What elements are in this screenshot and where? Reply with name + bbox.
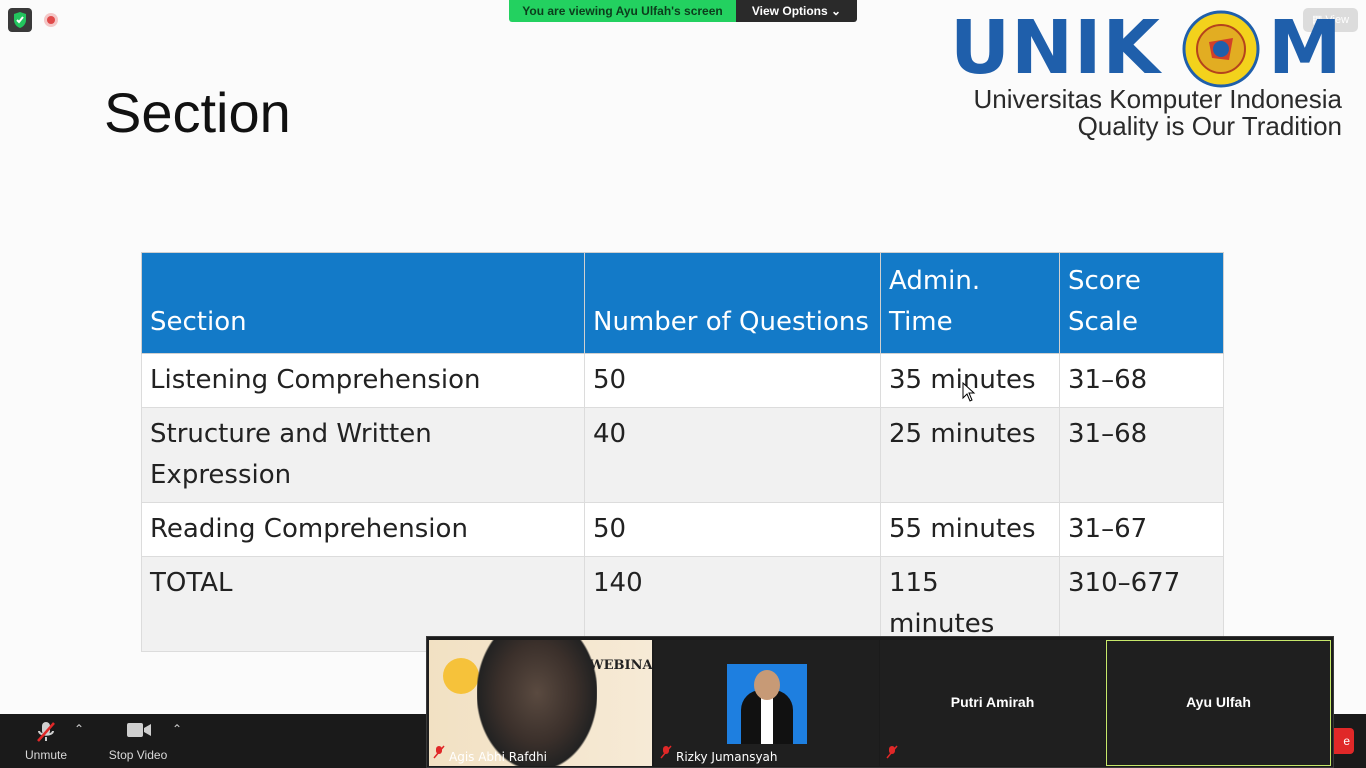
participant-video: WEBINAR	[429, 640, 652, 766]
chevron-down-icon: ⌄	[831, 4, 842, 18]
table-cell: 55 minutes	[880, 502, 1060, 557]
table-cell: 31–68	[1059, 353, 1224, 408]
table-cell: 50	[584, 353, 881, 408]
toefl-section-table: Section Number of Questions Admin. Time …	[141, 252, 1224, 652]
muted-microphone-icon	[433, 745, 445, 764]
logo-word-right: M	[1268, 5, 1342, 91]
recording-indicator-icon	[44, 13, 58, 27]
table-row: Structure and Written Expression 40 25 m…	[141, 407, 1224, 503]
unikom-logo: UNIK M Universitas Komputer Indonesia Qu…	[950, 5, 1350, 141]
audio-options-chevron-icon[interactable]: ⌃	[74, 722, 84, 736]
participant-tile[interactable]: Rizky Jumansyah	[654, 640, 879, 766]
header-section: Section	[141, 252, 585, 354]
viewing-label: You are viewing Ayu Ulfah's screen	[509, 0, 736, 22]
participant-name: Rizky Jumansyah	[676, 750, 778, 764]
table-cell: 31–68	[1059, 407, 1224, 503]
table-header-row: Section Number of Questions Admin. Time …	[141, 252, 1224, 354]
header-questions: Number of Questions	[584, 252, 881, 354]
table-cell: Structure and Written Expression	[141, 407, 585, 503]
table-cell: Reading Comprehension	[141, 502, 585, 557]
logo-tagline: Quality is Our Tradition	[1077, 111, 1342, 141]
table-cell: 31–67	[1059, 502, 1224, 557]
muted-microphone-icon	[660, 745, 672, 764]
participant-tile[interactable]: Putri Amirah	[880, 640, 1105, 766]
photo-shirt	[761, 698, 773, 744]
participant-name: Agis Abhi Rafdhi	[449, 750, 548, 764]
participant-photo	[727, 664, 807, 744]
header-score-scale: Score Scale	[1059, 252, 1224, 354]
photo-face	[754, 670, 780, 700]
video-camera-icon	[126, 720, 152, 743]
participant-person	[477, 640, 597, 766]
table-cell: Listening Comprehension	[141, 353, 585, 408]
participant-tile-active-speaker[interactable]: Ayu Ulfah	[1106, 640, 1331, 766]
stop-video-label: Stop Video	[108, 748, 168, 762]
muted-microphone-icon	[886, 745, 898, 764]
table-cell: 50	[584, 502, 881, 557]
screen-share-banner: You are viewing Ayu Ulfah's screen View …	[509, 0, 857, 22]
table-cell: 40	[584, 407, 881, 503]
muted-microphone-icon	[34, 720, 58, 747]
video-options-chevron-icon[interactable]: ⌃	[172, 722, 182, 736]
poster-graphic	[443, 658, 479, 694]
unikom-emblem-icon	[1182, 10, 1260, 93]
participant-name: Ayu Ulfah	[1186, 694, 1251, 710]
stop-video-button[interactable]: Stop Video	[98, 714, 178, 768]
participant-name: Putri Amirah	[950, 694, 1035, 710]
slide-title: Section	[104, 81, 291, 144]
view-options-label: View Options	[751, 4, 828, 18]
security-shield-icon[interactable]	[8, 8, 32, 32]
poster-text: WEBINAR	[589, 658, 652, 673]
participant-gallery: WEBINAR Agis Abhi Rafdhi Rizky Jumansyah…	[426, 636, 1334, 768]
table-row: Reading Comprehension 50 55 minutes 31–6…	[141, 502, 1224, 557]
mouse-pointer-icon	[962, 381, 976, 407]
table-cell: 25 minutes	[880, 407, 1060, 503]
view-options-button[interactable]: View Options ⌄	[736, 0, 857, 22]
logo-word-left: UNIK	[950, 5, 1161, 91]
participant-tile[interactable]: WEBINAR Agis Abhi Rafdhi	[427, 640, 652, 766]
header-admin-time: Admin. Time	[880, 252, 1060, 354]
unmute-label: Unmute	[24, 748, 68, 762]
table-row: Listening Comprehension 50 35 minutes 31…	[141, 353, 1224, 408]
